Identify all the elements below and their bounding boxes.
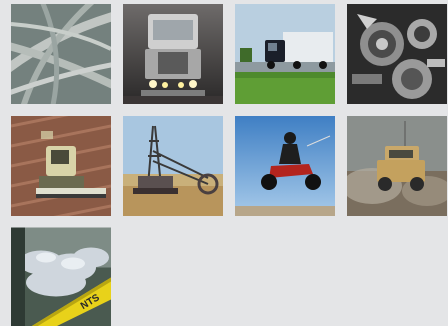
military-vehicle-icon — [347, 116, 447, 216]
atv-jump-icon — [235, 116, 335, 216]
bucket-wheel-excavator-icon — [123, 116, 223, 216]
tractor-field-icon — [11, 116, 111, 216]
gallery-tile-tractor-field[interactable] — [11, 116, 111, 216]
salt-storage-icon: NTS — [11, 227, 111, 326]
gallery-tile-engine-parts[interactable] — [347, 4, 447, 104]
gallery-tile-semi-truck-highway[interactable] — [235, 4, 335, 104]
engine-parts-icon — [347, 4, 447, 104]
image-gallery: NTS — [0, 0, 448, 326]
gallery-tile-salt-storage[interactable]: NTS — [11, 227, 111, 326]
gallery-tile-military-vehicle[interactable] — [347, 116, 447, 216]
semi-truck-front-icon — [123, 4, 223, 104]
gallery-tile-atv-jump[interactable] — [235, 116, 335, 216]
semi-truck-highway-icon — [235, 4, 335, 104]
gallery-tile-highway-interchange[interactable] — [11, 4, 111, 104]
gallery-tile-semi-truck-front[interactable] — [123, 4, 223, 104]
gallery-tile-bucket-wheel-excavator[interactable] — [123, 116, 223, 216]
highway-interchange-icon — [11, 4, 111, 104]
